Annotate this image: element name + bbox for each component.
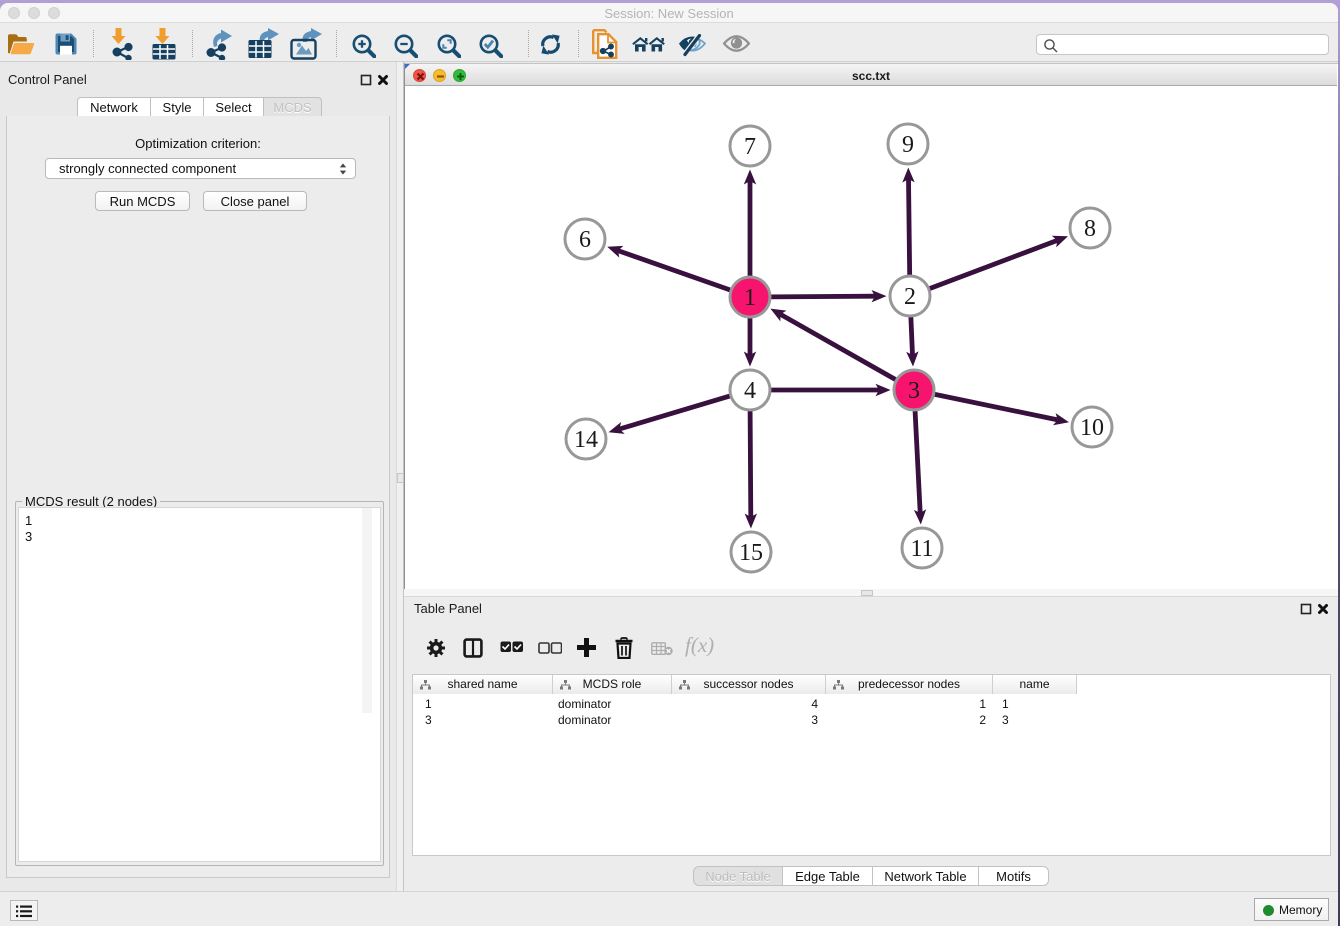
svg-text:7: 7 bbox=[744, 134, 756, 160]
svg-text:4: 4 bbox=[744, 378, 756, 404]
svg-text:10: 10 bbox=[1080, 415, 1104, 441]
svg-text:2: 2 bbox=[904, 284, 916, 310]
svg-text:8: 8 bbox=[1084, 216, 1096, 242]
svg-text:6: 6 bbox=[579, 227, 591, 253]
svg-text:11: 11 bbox=[910, 536, 933, 562]
svg-text:14: 14 bbox=[574, 427, 598, 453]
svg-text:15: 15 bbox=[739, 540, 763, 566]
svg-text:3: 3 bbox=[908, 378, 920, 404]
svg-text:1: 1 bbox=[744, 285, 756, 311]
svg-text:9: 9 bbox=[902, 132, 914, 158]
